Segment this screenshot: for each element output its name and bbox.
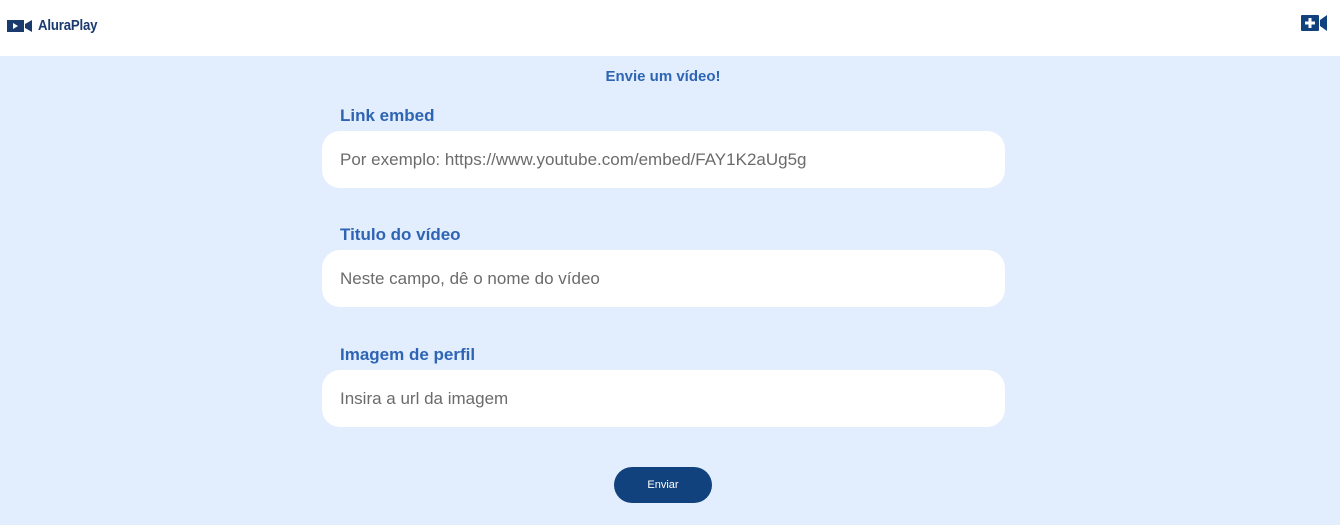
submit-button[interactable]: Enviar — [614, 467, 712, 503]
profile-image-label: Imagem de perfil — [340, 345, 476, 364]
add-video-icon[interactable] — [1301, 14, 1327, 32]
video-camera-icon — [7, 20, 32, 32]
video-title-label: Titulo do vídeo — [340, 225, 461, 244]
form-title: Envie um vídeo! — [605, 68, 721, 85]
video-title-input[interactable] — [322, 250, 1005, 307]
logo-text: AluraPlay — [38, 17, 98, 34]
aluraplay-logo[interactable]: AluraPlay — [7, 16, 105, 36]
top-header: AluraPlay — [0, 0, 1340, 56]
link-embed-input[interactable] — [322, 131, 1005, 188]
profile-image-input[interactable] — [322, 370, 1005, 427]
link-embed-label: Link embed — [340, 106, 435, 125]
